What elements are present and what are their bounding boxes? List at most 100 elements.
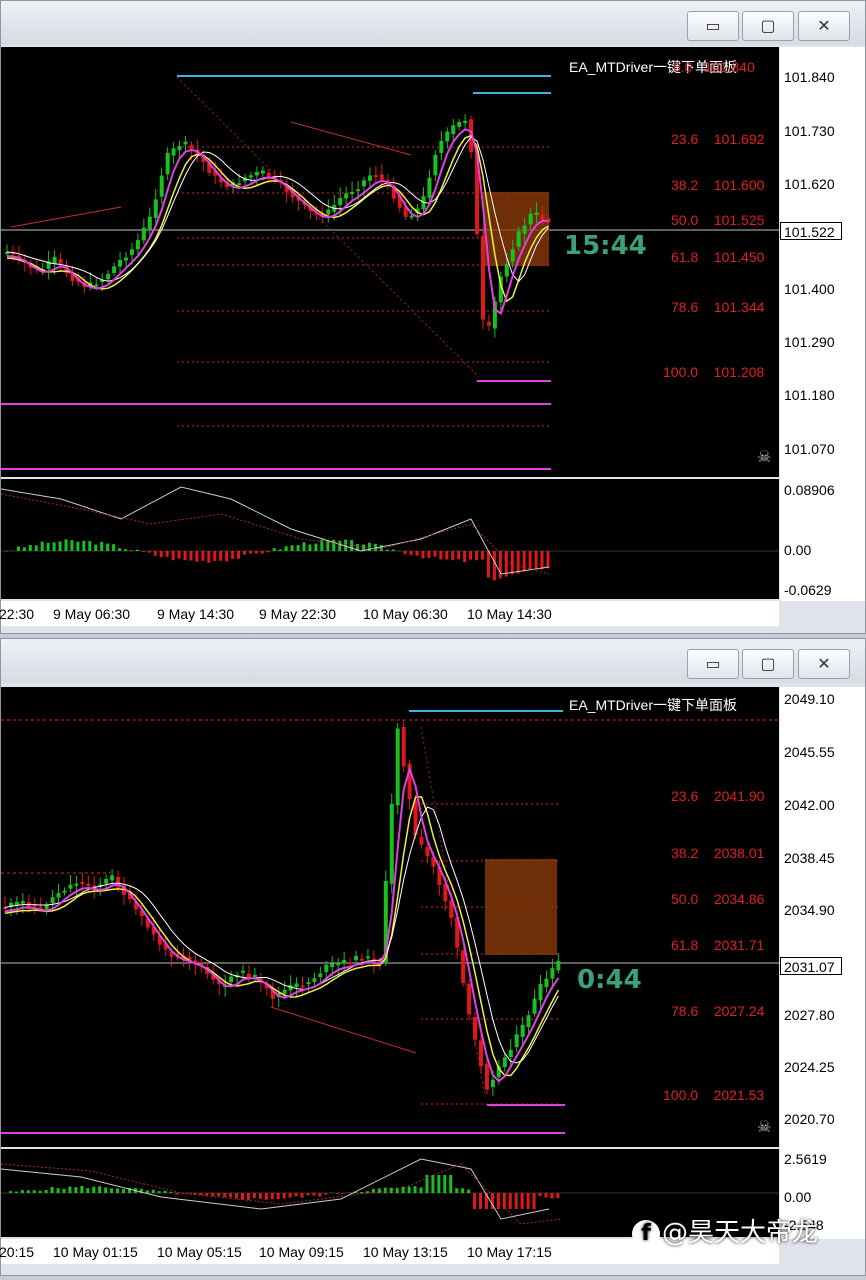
macd-tick: 0.00: [784, 542, 812, 558]
minimize-icon: ▭: [705, 654, 721, 673]
macd-bar: [246, 1193, 250, 1201]
watermark: f @昊天大帝龙: [632, 1212, 818, 1249]
candle-body: [389, 803, 394, 884]
candle-timer: 15:44: [564, 231, 647, 261]
macd-bar: [40, 541, 44, 551]
macd-bar: [32, 1190, 36, 1193]
candle-body: [473, 1017, 478, 1040]
macd-bar: [284, 546, 288, 551]
x-tick: 9 May 06:30: [53, 606, 131, 622]
candle-body: [526, 1015, 531, 1027]
candle-body: [365, 956, 370, 959]
macd-bar: [58, 541, 62, 551]
candle-body: [544, 978, 549, 987]
x-tick: 9 May 22:30: [259, 606, 337, 622]
macd-bar: [360, 1191, 363, 1193]
candle-body: [419, 837, 424, 845]
y-tick: 101.070: [784, 441, 835, 457]
macd-bar: [437, 1175, 441, 1193]
macd-bar: [538, 1193, 542, 1197]
macd-bar: [183, 551, 187, 561]
close-button[interactable]: ✕: [798, 649, 850, 679]
candle-body: [252, 974, 257, 977]
candle-body: [367, 175, 372, 181]
minimize-button[interactable]: ▭: [687, 11, 739, 41]
price-chart[interactable]: EA_MTDriver一键下单面板 15:44 0.0 101.840 23.6…: [1, 47, 779, 477]
macd-bar: [395, 1187, 399, 1193]
close-icon: ✕: [817, 654, 831, 673]
close-button[interactable]: ✕: [798, 11, 850, 41]
macd-bar: [300, 1193, 304, 1198]
minimize-button[interactable]: ▭: [687, 649, 739, 679]
restore-button[interactable]: ▢: [742, 649, 794, 679]
macd-bar: [171, 551, 175, 561]
candle-body: [395, 728, 400, 806]
candle-body: [445, 131, 450, 142]
macd-bar: [290, 545, 294, 551]
y-tick: 101.400: [784, 281, 835, 297]
macd-bar: [463, 551, 467, 563]
candle-body: [508, 1049, 513, 1057]
watermark-text: @昊天大帝龙: [662, 1218, 819, 1248]
macd-bar: [62, 1188, 66, 1193]
macd-bar: [467, 1189, 471, 1193]
macd-bar: [169, 1192, 173, 1193]
macd-bar: [211, 1193, 215, 1197]
macd-bar: [22, 547, 26, 551]
macd-bar: [431, 1175, 435, 1193]
macd-bar: [74, 1187, 78, 1193]
y-tick: 2024.25: [784, 1059, 835, 1075]
candle-body: [189, 144, 194, 150]
macd-bar: [241, 1193, 244, 1200]
candle-body: [514, 1034, 519, 1047]
candle-body: [336, 963, 341, 966]
x-tick: 10 May 14:30: [467, 606, 552, 622]
price-axis: 101.840 101.730 101.620 101.522 101.400 …: [780, 47, 865, 601]
y-tick: 2020.70: [784, 1111, 835, 1127]
candle-body: [177, 145, 182, 151]
macd-bar: [270, 1193, 274, 1200]
candle-body: [153, 199, 158, 218]
candle-body: [362, 180, 366, 187]
candle-body: [248, 175, 253, 178]
macd-bar: [332, 539, 336, 551]
macd-bar: [258, 1193, 262, 1199]
chart-window-top: ▭ ▢ ✕ EA_MTDriver一键下单面板 15:44 0.0 101.84…: [0, 0, 866, 634]
fib-level-382: 38.2 101.600: [671, 177, 765, 193]
y-tick: 2042.00: [784, 797, 835, 813]
y-tick: 101.180: [784, 387, 835, 403]
macd-bar: [116, 1188, 120, 1193]
macd-bar: [409, 551, 413, 556]
candle-body: [147, 216, 152, 230]
macd-bar: [80, 1185, 84, 1193]
macd-bar: [516, 551, 520, 574]
macd-bar: [439, 551, 443, 560]
macd-bar: [427, 551, 431, 558]
candle-body: [254, 171, 259, 176]
macd-bar: [231, 551, 235, 559]
candle-body: [20, 901, 25, 904]
macd-bar: [38, 1190, 42, 1193]
macd-bar: [177, 551, 181, 559]
y-tick: 101.290: [784, 334, 835, 350]
macd-bar: [165, 551, 169, 557]
restore-button[interactable]: ▢: [742, 11, 794, 41]
macd-line: [1, 1163, 562, 1225]
macd-bar: [44, 1189, 48, 1193]
macd-bar: [324, 1193, 328, 1195]
ea-label[interactable]: EA_MTDriver一键下单面板: [569, 695, 737, 715]
fib-level-786: 78.6 101.344: [671, 299, 765, 315]
macd-bar: [264, 1193, 268, 1200]
y-tick: 2045.55: [784, 744, 835, 760]
candle-body: [246, 973, 251, 978]
fib-level-50: 50.0 101.525: [671, 212, 765, 228]
macd-indicator[interactable]: [1, 479, 779, 599]
price-chart[interactable]: EA_MTDriver一键下单面板 0:44 23.6 2041.90 38.2…: [1, 687, 779, 1147]
macd-bar: [338, 540, 342, 551]
macd-bar: [342, 1193, 346, 1194]
candle-body: [532, 998, 537, 1014]
macd-bar: [98, 1186, 102, 1193]
current-price-tag: 2031.07: [780, 957, 842, 975]
candle-body: [183, 141, 188, 145]
macd-bar: [302, 542, 306, 551]
